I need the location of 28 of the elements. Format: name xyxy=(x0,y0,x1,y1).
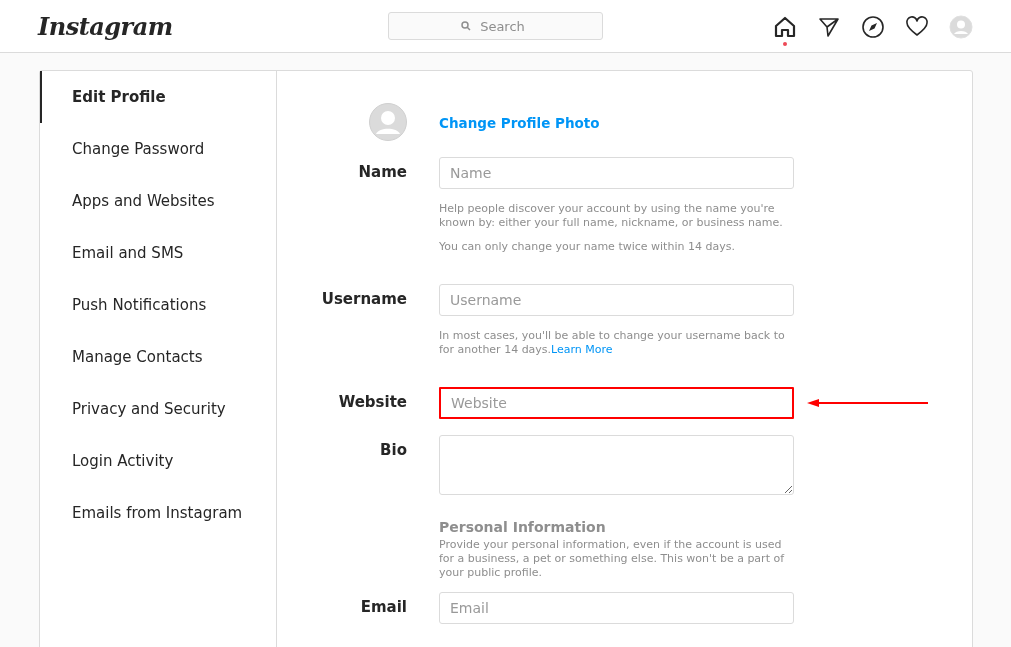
help-text: In most cases, you'll be able to change your username back to for another 14 days.Learn More xyxy=(439,329,786,357)
section-description: Provide your personal information, even if the account is used for a business, a pet or something else. This won't be a part of your public profile. xyxy=(439,538,786,580)
sidebar-item[interactable]: Email and SMS xyxy=(40,227,276,279)
sidebar-item[interactable]: Manage Contacts xyxy=(40,331,276,383)
sidebar-item[interactable]: Edit Profile xyxy=(40,71,276,123)
sidebar-item[interactable]: Emails from Instagram xyxy=(40,487,276,539)
search-icon xyxy=(461,21,471,31)
sidebar-item[interactable]: Privacy and Security xyxy=(40,383,276,435)
sidebar-item[interactable]: Push Notifications xyxy=(40,279,276,331)
help-text: You can only change your name twice within 14 days. xyxy=(439,240,736,254)
field-label: Bio xyxy=(380,440,407,459)
field-label: Username xyxy=(321,289,407,308)
section-heading: Personal Information xyxy=(439,519,607,535)
compass-icon[interactable] xyxy=(861,14,885,39)
sidebar-item[interactable]: Change Password xyxy=(40,123,276,175)
field-label: Email xyxy=(360,597,407,616)
home-icon[interactable] xyxy=(773,14,797,39)
sidebar-item[interactable]: Apps and Websites xyxy=(40,175,276,227)
help-text: Help people discover your account by using the name you're known by: either your full name, nickname, or business name. xyxy=(439,202,784,230)
field-label: Website xyxy=(338,392,407,411)
logo[interactable]: Instagram xyxy=(38,11,238,41)
bio-field[interactable] xyxy=(439,435,794,495)
heart-icon[interactable] xyxy=(905,14,929,39)
avatar-placeholder xyxy=(369,103,407,141)
field-label: Name xyxy=(358,162,407,181)
input-field[interactable]: Website xyxy=(439,387,794,419)
search-field[interactable]: Search xyxy=(388,12,603,40)
sidebar-item[interactable]: Login Activity xyxy=(40,435,276,487)
